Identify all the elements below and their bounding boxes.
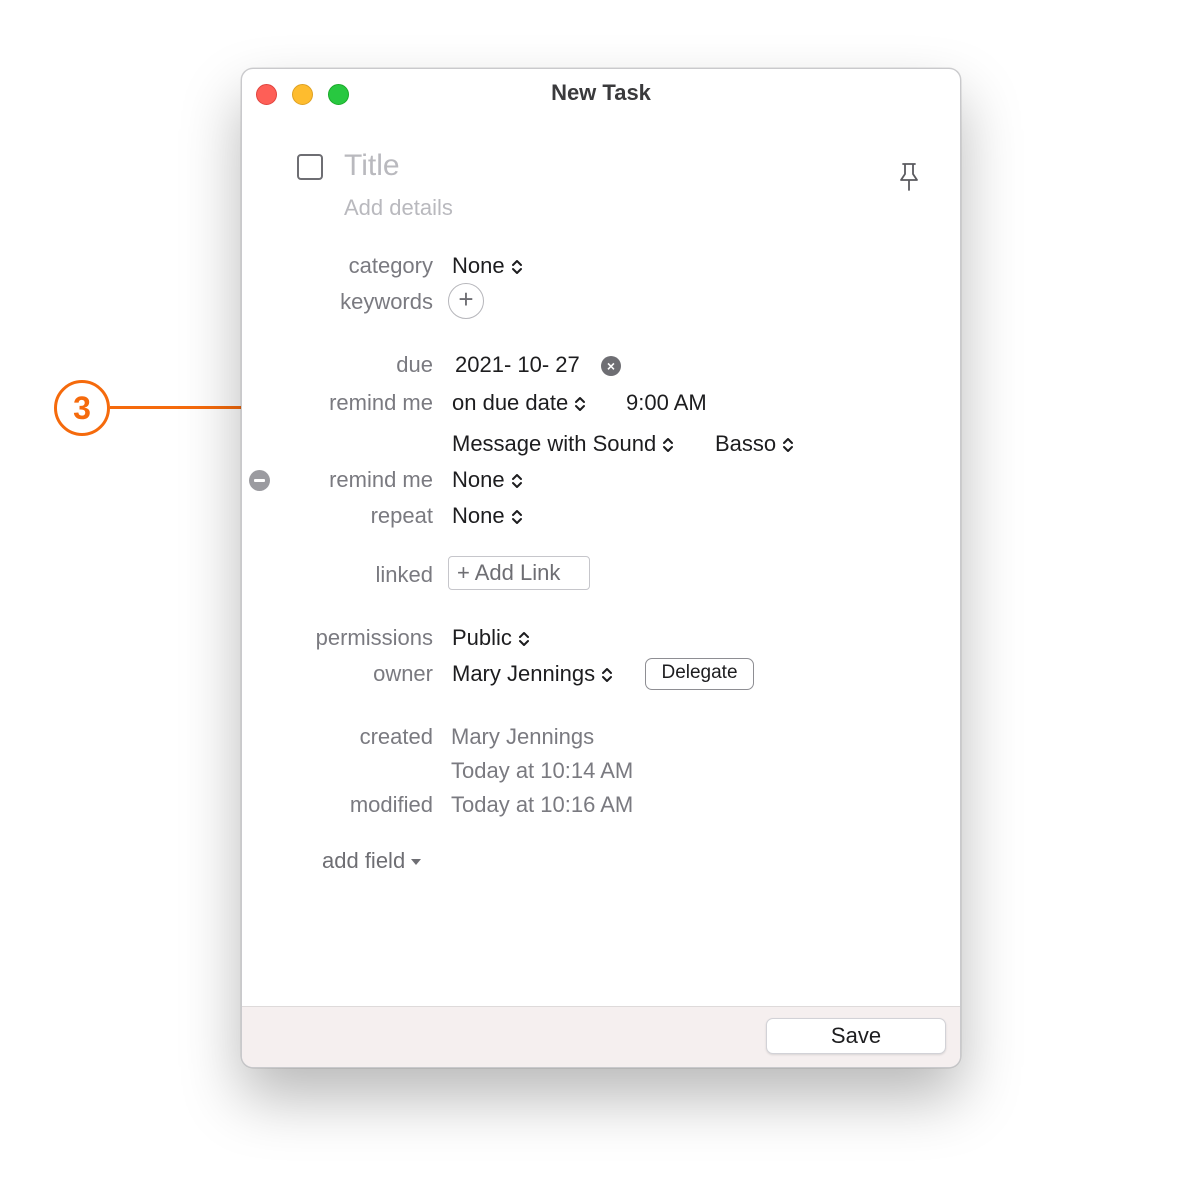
chevron-updown-icon (663, 438, 674, 453)
add-link-button[interactable]: + Add Link (448, 556, 590, 590)
created-label: created (359, 724, 433, 749)
chevron-updown-icon (783, 438, 794, 453)
alert-type-value: Message with Sound (452, 431, 657, 456)
clear-x-icon[interactable]: × (601, 356, 621, 376)
sound-value: Basso (715, 431, 777, 456)
remind-me-select-2[interactable]: None (452, 467, 523, 493)
remind-me-value-2: None (452, 467, 505, 492)
chevron-updown-icon (602, 668, 613, 683)
sound-select[interactable]: Basso (715, 431, 794, 457)
callout-badge: 3 (54, 380, 110, 436)
task-complete-checkbox[interactable] (297, 154, 323, 180)
alert-type-select[interactable]: Message with Sound (452, 431, 674, 457)
delegate-button[interactable]: Delegate (645, 658, 754, 690)
permissions-select[interactable]: Public (452, 625, 530, 651)
details-input[interactable]: Add details (344, 195, 453, 221)
remove-minus-icon[interactable] (249, 470, 270, 491)
created-by-value: Mary Jennings (451, 724, 595, 749)
window-title: New Task (551, 80, 651, 105)
created-at-value: Today at 10:14 AM (451, 758, 634, 783)
add-field-menu[interactable]: add field (322, 848, 422, 874)
repeat-label: repeat (370, 503, 433, 528)
caret-down-icon (411, 859, 422, 866)
chevron-updown-icon (575, 397, 586, 412)
remind-when-value: on due date (452, 390, 569, 415)
modified-label: modified (349, 792, 433, 817)
due-date-value[interactable]: 2021- 10- 27 (455, 352, 580, 378)
remind-time-value[interactable]: 9:00 AM (626, 390, 707, 416)
remind-me-label: remind me (329, 390, 433, 415)
owner-label: owner (373, 661, 433, 686)
remind-when-select[interactable]: on due date (452, 390, 586, 416)
chevron-updown-icon (518, 632, 529, 647)
add-keyword-button[interactable]: + (448, 283, 484, 319)
pin-icon[interactable] (897, 161, 921, 193)
linked-label: linked (375, 562, 433, 587)
add-field-label: add field (322, 848, 406, 873)
permissions-label: permissions (315, 625, 433, 650)
due-label: due (396, 352, 433, 377)
task-window: New Task Title Add details category None… (241, 68, 961, 1068)
category-select[interactable]: None (452, 253, 523, 279)
category-value: None (452, 253, 505, 278)
keywords-label: keywords (340, 289, 433, 314)
repeat-select[interactable]: None (452, 503, 523, 529)
chevron-updown-icon (511, 260, 522, 275)
title-input[interactable]: Title (344, 149, 400, 183)
modified-at-value: Today at 10:16 AM (451, 792, 634, 817)
permissions-value: Public (452, 625, 512, 650)
window-footer: Save (242, 1006, 960, 1067)
chevron-updown-icon (511, 474, 522, 489)
chevron-updown-icon (511, 510, 522, 525)
save-button[interactable]: Save (766, 1018, 946, 1054)
owner-value: Mary Jennings (452, 661, 596, 686)
category-label: category (348, 253, 433, 278)
repeat-value: None (452, 503, 505, 528)
remind-me-label-2: remind me (329, 467, 433, 492)
owner-select[interactable]: Mary Jennings (452, 661, 613, 687)
